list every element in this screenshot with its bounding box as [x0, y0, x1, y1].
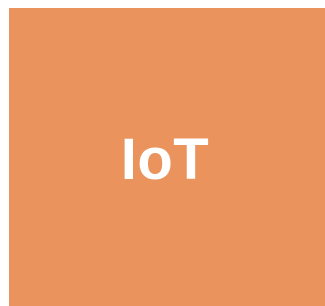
tile-label: IoT: [120, 127, 210, 192]
iot-tile[interactable]: IoT: [9, 8, 325, 306]
